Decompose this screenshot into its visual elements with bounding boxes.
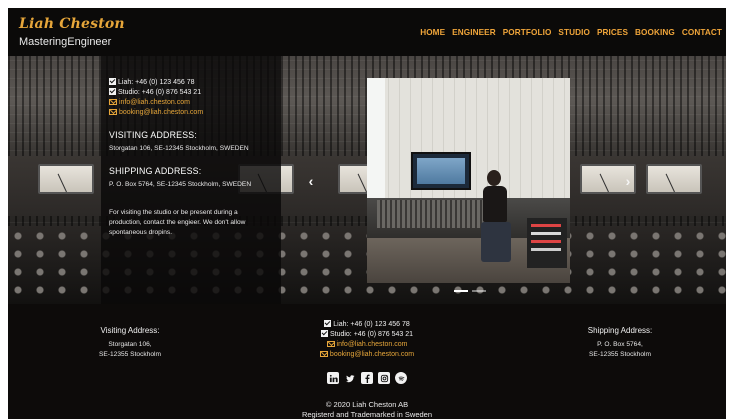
footer-shipping-line1: P. O. Box 5764, [597, 341, 643, 348]
envelope-icon [319, 350, 328, 357]
nav-portfolio[interactable]: PORTFOLIO [503, 28, 552, 37]
site-footer: Visiting Address: Storgatan 106, SE-1235… [8, 304, 726, 419]
shipping-address: P. O. Box 5764, SE-12345 Stockholm, SWED… [109, 181, 252, 188]
main-nav: HOME ENGINEER PORTFOLIO STUDIO PRICES BO… [420, 28, 722, 37]
nav-booking[interactable]: BOOKING [635, 28, 675, 37]
nav-studio[interactable]: STUDIO [558, 28, 590, 37]
photo-monitor [411, 152, 471, 190]
logo[interactable]: Liah Cheston [19, 16, 125, 32]
carousel-prev-button[interactable]: ‹ [304, 173, 318, 189]
copyright: © 2020 Liah Cheston AB Registerd and Tra… [8, 400, 726, 419]
footer-shipping-heading: Shipping Address: [587, 326, 653, 335]
phone-studio: Studio: +46 (0) 876 543 21 [109, 88, 281, 98]
photo-person [475, 170, 515, 270]
nav-engineer[interactable]: ENGINEER [452, 28, 496, 37]
social-links [8, 372, 726, 384]
visiting-address-heading: VISITING ADDRESS: [109, 130, 197, 140]
shipping-address-heading: SHIPPING ADDRESS: [109, 166, 202, 176]
trademark-line: Registerd and Trademarked in Sweden [301, 410, 433, 419]
page-frame: Liah Cheston MasteringEngineer HOME ENGI… [8, 8, 726, 419]
email-info-link[interactable]: info@liah.cheston.com [109, 98, 281, 108]
photo-person-legs [481, 222, 511, 262]
photo-console [377, 200, 487, 228]
instagram-icon[interactable] [378, 372, 390, 384]
visiting-address: Storgatan 106, SE-12345 Stockholm, SWEDE… [109, 145, 249, 152]
phone-icon [320, 330, 328, 337]
studio-photo [367, 78, 570, 283]
envelope-icon [109, 98, 117, 105]
footer-shipping-line2: SE-12355 Stockholm [589, 351, 651, 358]
site-header: Liah Cheston MasteringEngineer HOME ENGI… [8, 8, 726, 56]
twitter-icon[interactable] [344, 372, 356, 384]
carousel-dot-2[interactable] [472, 290, 486, 292]
photo-person-head [487, 170, 501, 186]
visiting-note: For visiting the studio or be present du… [109, 209, 246, 236]
carousel-dot-1[interactable] [454, 290, 468, 292]
envelope-icon [326, 340, 335, 347]
envelope-icon [109, 108, 117, 115]
nav-prices[interactable]: PRICES [597, 28, 628, 37]
copyright-line: © 2020 Liah Cheston AB [325, 400, 409, 409]
carousel-next-button[interactable]: › [621, 173, 635, 189]
phone-icon [324, 320, 332, 327]
nav-home[interactable]: HOME [420, 28, 445, 37]
linkedin-icon[interactable] [327, 372, 339, 384]
vu-meter [38, 164, 94, 194]
carousel-indicators [454, 290, 486, 292]
vu-meter [646, 164, 702, 194]
logo-subtitle[interactable]: MasteringEngineer [19, 36, 111, 48]
nav-contact[interactable]: CONTACT [682, 28, 722, 37]
email-booking-link[interactable]: booking@liah.cheston.com [109, 108, 281, 118]
facebook-icon[interactable] [361, 372, 373, 384]
phone-icon [109, 78, 116, 85]
spotify-icon[interactable] [395, 372, 407, 384]
photo-person-body [483, 186, 507, 222]
phone-liah: Liah: +46 (0) 123 456 78 [109, 78, 281, 88]
contact-info-panel: Liah: +46 (0) 123 456 78 Studio: +46 (0)… [101, 56, 281, 304]
phone-icon [109, 88, 116, 95]
footer-shipping-column: Shipping Address: P. O. Box 5764, SE-123… [568, 326, 672, 360]
photo-rack [527, 218, 567, 268]
